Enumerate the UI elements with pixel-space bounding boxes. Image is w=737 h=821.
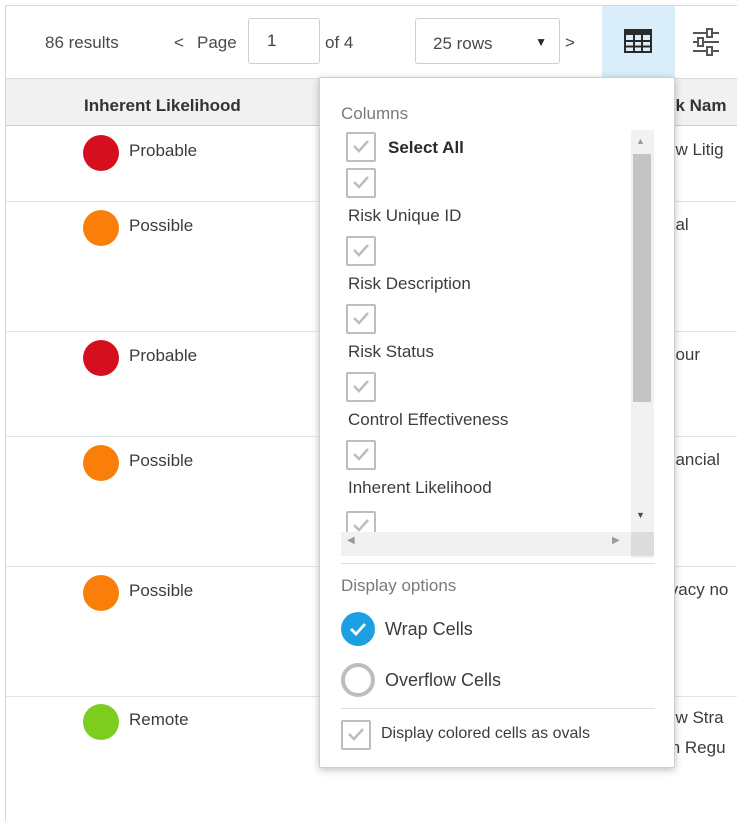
checkbox[interactable]	[346, 236, 376, 266]
likelihood-value: Possible	[129, 451, 194, 470]
check-icon	[353, 519, 369, 532]
display-ovals-checkbox[interactable]	[341, 720, 371, 750]
column-label: Risk Description	[348, 274, 471, 293]
likelihood-value: Probable	[129, 141, 198, 160]
check-icon	[353, 448, 369, 461]
filter-settings-button[interactable]	[691, 28, 721, 61]
overflow-cells-label[interactable]: Overflow Cells	[385, 670, 501, 691]
likelihood-value: Possible	[129, 216, 194, 235]
column-options-popover: Columns Select All Risk Unique ID Risk D…	[319, 77, 675, 768]
check-icon	[348, 728, 364, 741]
likelihood-color-dot	[83, 135, 119, 171]
columns-section-title: Columns	[341, 104, 409, 123]
column-header-risk-name[interactable]: sk Nam	[666, 96, 726, 116]
column-label: Risk Status	[348, 342, 434, 361]
select-all-label: Select All	[388, 138, 464, 157]
column-header-inherent-likelihood[interactable]: Inherent Likelihood	[84, 96, 241, 116]
scrollbar-corner	[631, 532, 654, 556]
likelihood-color-dot	[83, 210, 119, 246]
divider	[341, 563, 655, 564]
scrollbar-thumb[interactable]	[633, 154, 651, 402]
next-page-button[interactable]: >	[565, 33, 575, 53]
caret-down-icon: ▼	[535, 35, 547, 49]
pagination-toolbar: 86 results < Page of 4 25 rows ▼ >	[6, 6, 737, 78]
likelihood-color-dot	[83, 340, 119, 376]
results-count: 86 results	[45, 33, 119, 52]
wrap-cells-label[interactable]: Wrap Cells	[385, 619, 473, 640]
likelihood-value: Possible	[129, 581, 194, 600]
likelihood-value: Probable	[129, 346, 198, 365]
scroll-left-arrow-icon[interactable]: ◀	[347, 535, 355, 546]
likelihood-color-dot	[83, 575, 119, 611]
likelihood-value: Remote	[129, 710, 189, 729]
column-label: Control Effectiveness	[348, 410, 509, 429]
page-label: Page	[197, 33, 237, 52]
divider	[341, 708, 655, 709]
column-options-button[interactable]	[602, 6, 675, 78]
scroll-up-arrow-icon[interactable]: ▲	[636, 136, 645, 146]
check-icon	[353, 140, 369, 153]
check-icon	[353, 312, 369, 325]
likelihood-color-dot	[83, 704, 119, 740]
page-number-input[interactable]	[248, 18, 320, 64]
previous-page-button[interactable]: <	[174, 33, 184, 53]
checkbox[interactable]	[346, 304, 376, 334]
likelihood-color-dot	[83, 445, 119, 481]
columns-horizontal-scrollbar[interactable]	[341, 532, 631, 556]
columns-list[interactable]: Select All Risk Unique ID Risk Descripti…	[341, 128, 656, 556]
check-icon	[353, 244, 369, 257]
checkbox[interactable]	[346, 440, 376, 470]
checkbox[interactable]	[346, 168, 376, 198]
scroll-down-arrow-icon[interactable]: ▼	[636, 510, 645, 520]
rows-per-page-select[interactable]: 25 rows ▼	[415, 18, 560, 64]
sliders-icon	[693, 28, 719, 56]
table-grid-icon	[624, 29, 652, 53]
check-icon	[353, 176, 369, 189]
checkbox[interactable]	[346, 132, 376, 162]
risk-name-value: ivacy no	[666, 580, 729, 599]
column-label: Inherent Likelihood	[348, 478, 492, 497]
check-icon	[350, 623, 367, 636]
display-options-title: Display options	[341, 576, 457, 595]
overflow-cells-radio[interactable]	[341, 663, 375, 697]
checkbox[interactable]	[346, 372, 376, 402]
page-total: of 4	[325, 33, 354, 52]
column-label: Risk Unique ID	[348, 206, 462, 225]
display-ovals-label[interactable]: Display colored cells as ovals	[381, 725, 590, 743]
scroll-right-arrow-icon[interactable]: ▶	[612, 535, 620, 546]
check-icon	[353, 380, 369, 393]
rows-per-page-value: 25 rows	[433, 34, 493, 53]
wrap-cells-radio[interactable]	[341, 612, 375, 646]
